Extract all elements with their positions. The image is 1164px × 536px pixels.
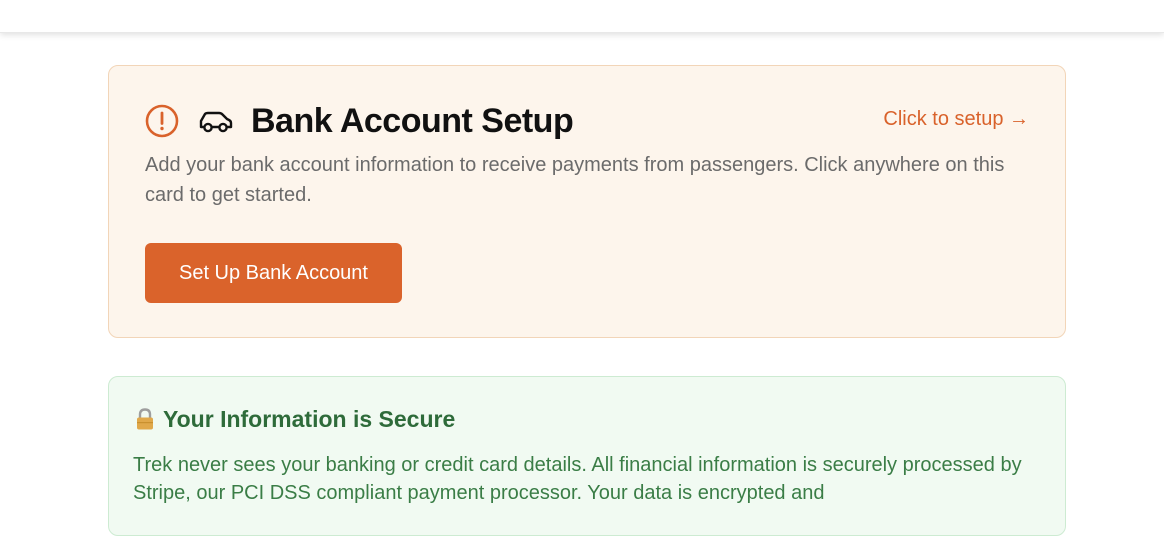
setup-card-header: Bank Account Setup — [145, 100, 574, 142]
car-icon — [199, 111, 233, 133]
top-navigation-bar — [0, 0, 1164, 33]
click-to-setup-link[interactable]: Click to setup → — [883, 108, 1029, 131]
bank-account-setup-card[interactable]: Bank Account Setup Click to setup → Add … — [108, 65, 1066, 338]
security-card-title: Your Information is Secure — [163, 405, 456, 432]
set-up-bank-account-button[interactable]: Set Up Bank Account — [145, 243, 402, 303]
security-card-header: Your Information is Secure — [135, 404, 455, 434]
alert-circle-icon — [145, 104, 179, 138]
lock-icon — [137, 408, 153, 430]
setup-card-title: Bank Account Setup — [251, 101, 574, 140]
security-info-card: Your Information is Secure Trek never se… — [108, 376, 1066, 536]
setup-card-description: Add your bank account information to rec… — [145, 154, 1005, 206]
security-card-description: Trek never sees your banking or credit c… — [133, 454, 1022, 504]
